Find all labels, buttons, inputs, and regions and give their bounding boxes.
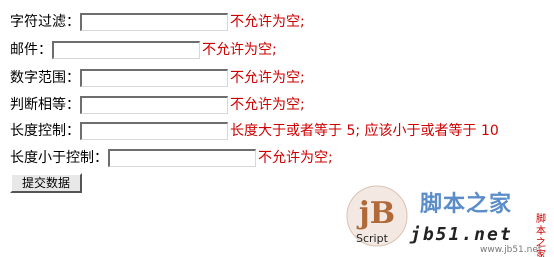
email-error: 不允许为空; — [202, 42, 277, 58]
validation-form-page: 字符过滤： 不允许为空; 邮件： 不允许为空; 数字范围： 不允许为空; 判断相… — [0, 0, 554, 257]
form-row-email: 邮件： 不允许为空; — [10, 38, 277, 62]
watermark-domain: jb51.net — [410, 224, 513, 245]
form-row-length: 长度控制： 长度大于或者等于 5; 应该小于或者等于 10 — [10, 119, 499, 143]
form-row-equality: 判断相等： 不允许为空; — [10, 93, 305, 117]
number-range-label: 数字范围： — [10, 70, 80, 86]
length-error: 长度大于或者等于 5; 应该小于或者等于 10 — [230, 123, 499, 139]
number-range-error: 不允许为空; — [230, 70, 305, 86]
logo-caption: Script — [356, 232, 388, 245]
length-max-error: 不允许为空; — [258, 150, 333, 166]
equality-input[interactable] — [80, 96, 228, 114]
length-max-label: 长度小于控制： — [10, 150, 108, 166]
form-row-length-max: 长度小于控制： 不允许为空; — [10, 146, 333, 170]
length-max-input[interactable] — [108, 149, 256, 167]
form-row-char-filter: 字符过滤： 不允许为空; — [10, 10, 305, 34]
char-filter-input[interactable] — [80, 13, 228, 31]
length-input[interactable] — [80, 122, 228, 140]
char-filter-label: 字符过滤： — [10, 14, 80, 30]
form-row-number-range: 数字范围： 不允许为空; — [10, 66, 305, 90]
email-label: 邮件： — [10, 42, 52, 58]
equality-error: 不允许为空; — [230, 97, 305, 113]
logo-letters: jB — [356, 196, 395, 231]
length-label: 长度控制： — [10, 123, 80, 139]
number-range-input[interactable] — [80, 69, 228, 87]
watermark-url: www.jb51.net — [480, 245, 542, 255]
watermark-site-name: 脚本之家 — [420, 192, 513, 217]
char-filter-error: 不允许为空; — [230, 14, 305, 30]
submit-button[interactable]: 提交数据 — [10, 173, 83, 193]
email-input[interactable] — [52, 41, 200, 59]
equality-label: 判断相等： — [10, 97, 80, 113]
